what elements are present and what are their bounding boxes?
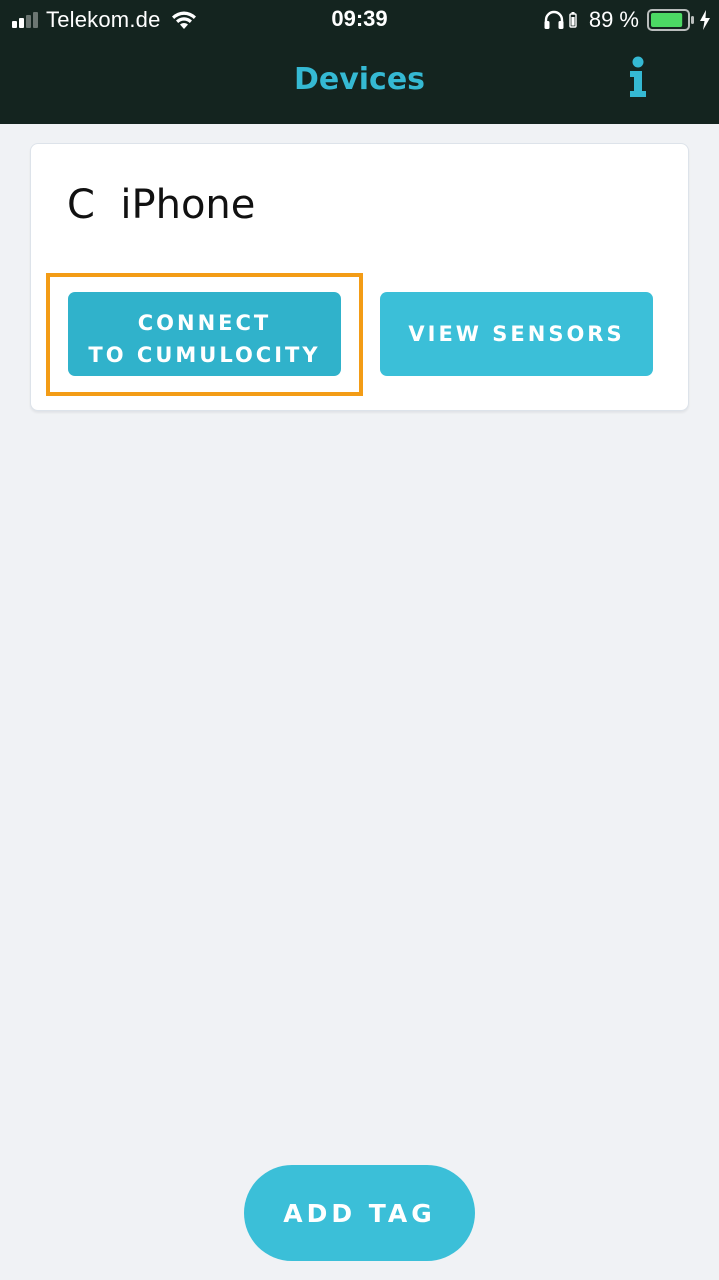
navigation-bar: Devices [0,40,719,124]
headphones-icon [544,10,564,29]
battery-percentage: 89 % [588,7,639,32]
charging-bolt-icon [700,10,710,30]
battery-icon [647,9,694,31]
status-bar-right: 89 % [543,7,711,33]
device-card: C iPhone CONNECT TO CUMULOCITY VIEW SENS… [30,143,689,411]
connect-button-label-line2: TO CUMULOCITY [88,343,321,367]
view-sensors-button[interactable]: VIEW SENSORS [380,292,653,376]
connect-button-label-line1: CONNECT [137,311,272,335]
headphones-battery-icon [569,12,577,28]
status-bar: Telekom.de 09:39 89 % [0,0,719,40]
device-name: C iPhone [67,182,256,228]
info-icon[interactable] [624,56,652,98]
add-tag-button[interactable]: ADD TAG [244,1165,475,1261]
connect-to-cumulocity-button[interactable]: CONNECT TO CUMULOCITY [68,292,341,376]
page-title: Devices [293,62,426,97]
